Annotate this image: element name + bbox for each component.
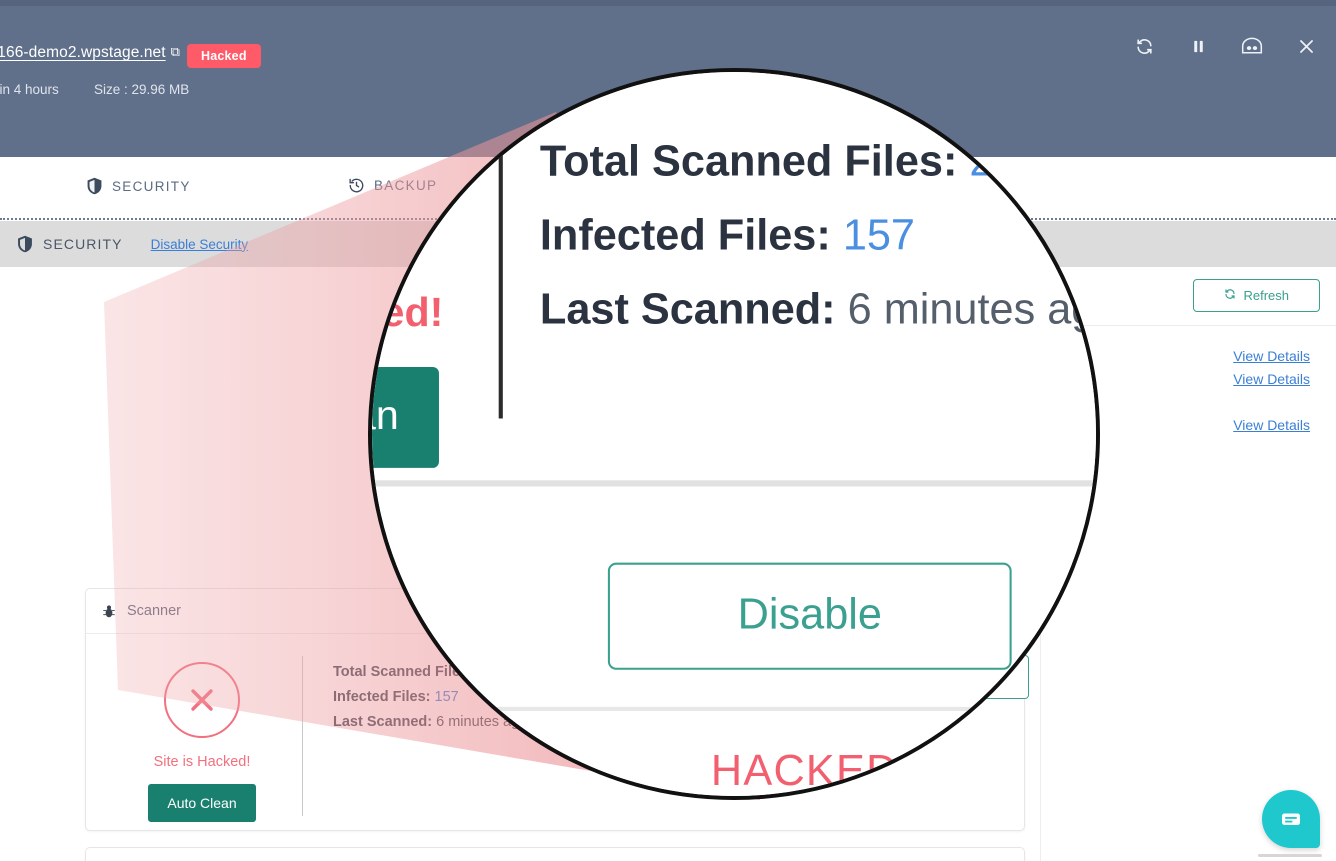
x-circle-icon [164,662,240,738]
external-link-icon[interactable]: ⧉ [171,44,180,60]
magnified-stat-last: Last Scanned: 6 minutes ago [540,274,1100,348]
magnified-auto-clean-button[interactable]: Auto Clean [368,367,440,468]
magnified-status-text: Site is Hacked! [368,291,451,338]
scanner-status-block: Site is Hacked! Auto Clean [102,650,302,822]
scrollbar-indicator [1258,854,1322,857]
disable-security-link[interactable]: Disable Security [151,237,249,252]
shield-icon [16,235,34,253]
refresh-button-label: Refresh [1243,288,1289,303]
tab-security-label: SECURITY [112,179,191,194]
magnifier-lens: Scanner Scan Now [368,68,1100,800]
shield-icon [86,177,103,195]
magnified-stat-total-label: Total Scanned Files: [540,138,957,185]
magnified-content: Scanner Scan Now [368,68,1100,800]
pause-icon[interactable] [1186,34,1210,58]
sync-icon[interactable] [1132,34,1156,58]
refresh-icon [1224,288,1236,303]
chat-bubble-icon [1278,806,1304,832]
titlebar-accent-strip [0,0,1336,6]
bug-icon [102,604,117,619]
site-url-text: -166-demo2.wpstage.net [0,44,166,61]
firewall-card: Firewall Logged requests:1 Blocked reque… [85,847,1025,861]
status-badge: Hacked [187,44,261,68]
scanner-card-title: Scanner [127,603,181,619]
titlebar-actions [1132,34,1318,58]
magnified-stat-last-value: 6 minutes ago [848,287,1100,334]
refresh-button[interactable]: Refresh [1193,279,1320,312]
tab-security[interactable]: SECURITY [86,177,191,195]
mask-icon[interactable] [1240,34,1264,58]
backup-schedule-text: : in 4 hours [0,82,59,97]
auto-clean-button[interactable]: Auto Clean [148,784,255,822]
magnified-hacked-label: HACKED [711,748,899,797]
close-icon[interactable] [1294,34,1318,58]
magnified-stat-infected-value: 157 [843,212,915,259]
magnified-stat-total-value: 2.23k [969,138,1075,185]
magnified-stat-infected: Infected Files: 157 [540,200,1100,274]
history-clock-icon [348,177,365,194]
firewall-card-header: Firewall [86,848,1024,861]
screenshot-root: -166-demo2.wpstage.net ⧉ Hacked : in 4 ho… [0,0,1336,861]
magnified-firewall-disable-button[interactable]: Disable [608,563,1012,670]
chat-widget-button[interactable] [1262,790,1320,848]
scanner-status-text: Site is Hacked! [154,754,251,770]
magnified-stat-total: Total Scanned Files: 2.23k [540,126,1100,200]
section-title: SECURITY [43,236,123,252]
magnified-stat-infected-label: Infected Files: [540,212,831,259]
magnified-stat-last-label: Last Scanned: [540,287,836,334]
site-url-link[interactable]: -166-demo2.wpstage.net ⧉ [0,44,180,62]
site-size-text: Size : 29.96 MB [94,82,189,97]
magnified-divider [499,114,503,419]
